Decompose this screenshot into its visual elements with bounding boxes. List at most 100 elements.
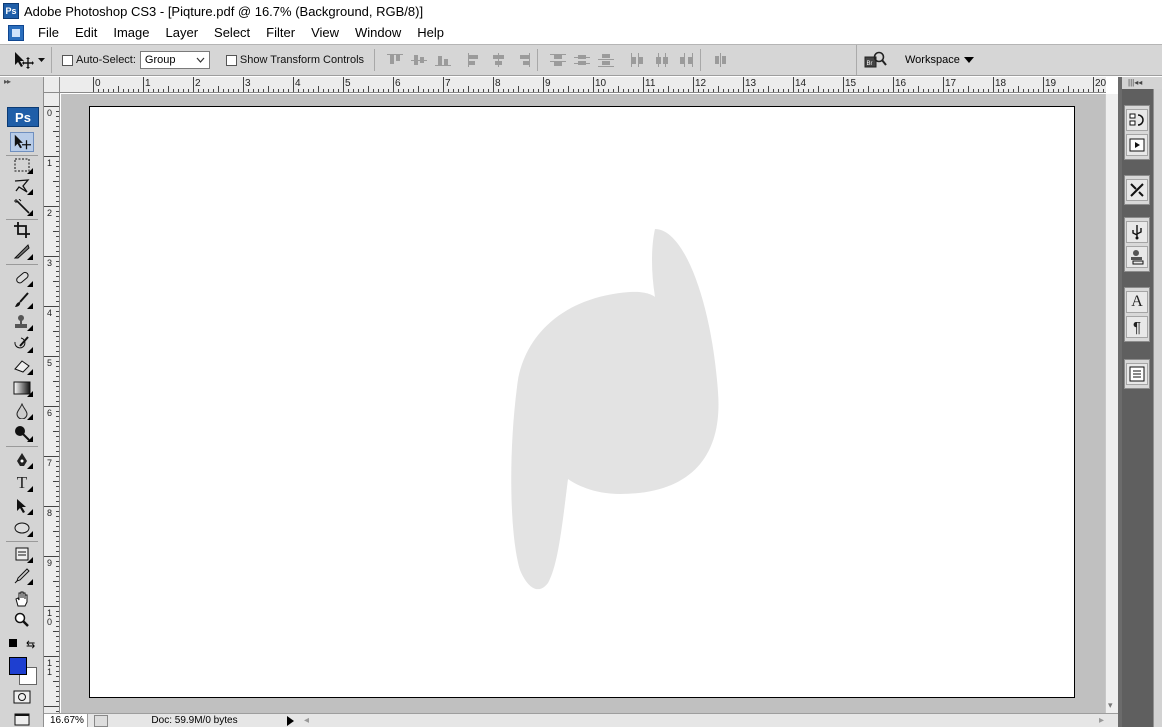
rectangular-marquee-tool[interactable] [10, 155, 34, 175]
vertical-scrollbar[interactable]: ▾ [1105, 94, 1118, 713]
brush-tool[interactable] [10, 290, 34, 310]
horizontal-ruler-ticks: 0 1 2 3 4 5 6 7 8 9 10 11 12 13 14 15 16 17 18 19 20 [93, 77, 1106, 92]
hand-tool[interactable] [10, 589, 34, 609]
character-panel-button[interactable]: A [1126, 291, 1148, 313]
auto-select-checkbox[interactable] [62, 54, 73, 66]
magic-wand-tool[interactable] [10, 197, 34, 217]
auto-select-dropdown[interactable]: Group [139, 51, 210, 69]
status-menu-arrow-icon[interactable] [287, 715, 294, 726]
horizontal-ruler[interactable]: 0 1 2 3 4 5 6 7 8 9 10 11 12 13 14 15 16 17 18 19 20 [60, 77, 1106, 93]
clone-source-panel-button[interactable] [1126, 246, 1148, 268]
paragraph-panel-button[interactable]: ¶ [1126, 316, 1148, 338]
scroll-left-icon[interactable]: ◂ [304, 715, 309, 726]
lasso-tool[interactable] [10, 176, 34, 196]
tool-flyout-indicator [27, 463, 33, 469]
tool-preset-picker[interactable] [6, 47, 52, 73]
dock-collapse-grip[interactable]: |||◂◂ [1122, 77, 1162, 89]
document-window [61, 94, 1105, 713]
distribute-bottom-icon[interactable] [598, 53, 615, 67]
align-bottom-edges-icon[interactable] [435, 53, 452, 67]
distribute-horizontal-centers-icon[interactable] [654, 53, 670, 67]
align-top-edges-icon[interactable] [387, 53, 404, 67]
path-selection-tool[interactable] [10, 496, 34, 516]
align-right-edges-icon[interactable] [515, 53, 531, 67]
distribute-vertical-centers-icon[interactable] [574, 53, 591, 67]
type-icon: T [16, 473, 28, 492]
ruler-label: 9 [47, 558, 52, 568]
menu-window[interactable]: Window [347, 22, 409, 44]
eyedropper-tool[interactable] [10, 566, 34, 586]
ruler-label: 7 [445, 78, 451, 89]
history-actions-panel-group [1124, 105, 1150, 160]
tool-flyout-indicator [27, 210, 33, 216]
screen-mode-button[interactable] [10, 709, 34, 727]
go-to-bridge-button[interactable]: Br [863, 50, 889, 70]
tool-flyout-indicator [27, 391, 33, 397]
align-vertical-centers-icon[interactable] [411, 53, 428, 67]
gradient-tool[interactable] [10, 378, 34, 398]
workspace-label: Workspace [905, 54, 960, 66]
ruler-label: 20 [1095, 78, 1106, 89]
slice-tool[interactable] [10, 241, 34, 261]
default-colors-icon[interactable] [9, 639, 17, 647]
quick-mask-mode-button[interactable] [10, 687, 34, 707]
ruler-origin[interactable] [44, 77, 60, 93]
options-separator [700, 49, 702, 71]
dodge-tool[interactable] [10, 423, 34, 443]
clone-stamp-tool[interactable] [10, 312, 34, 332]
ruler-label: 18 [995, 78, 1007, 89]
tool-presets-panel-button[interactable] [1126, 179, 1148, 201]
options-separator [374, 49, 376, 71]
vertical-ruler[interactable]: 01234567891011 [44, 93, 60, 713]
expanded-panel-edge[interactable] [1153, 89, 1162, 727]
document-window-icon[interactable] [8, 25, 24, 41]
window-title: Adobe Photoshop CS3 - [Piqture.pdf @ 16.… [24, 3, 424, 19]
actions-panel-button[interactable] [1126, 134, 1148, 156]
move-tool[interactable] [10, 132, 34, 152]
history-brush-tool[interactable] [10, 334, 34, 354]
align-horizontal-centers-icon[interactable] [491, 53, 507, 67]
tool-presets-panel-group [1124, 175, 1150, 205]
eraser-tool[interactable] [10, 356, 34, 376]
auto-align-layers-icon[interactable] [713, 53, 729, 67]
notes-tool[interactable] [10, 544, 34, 564]
tools-palette-grip[interactable]: ▸▸ [0, 77, 43, 87]
history-panel-button[interactable] [1126, 109, 1148, 131]
type-tool[interactable]: T [10, 473, 34, 493]
align-left-edges-icon[interactable] [467, 53, 483, 67]
healing-brush-tool[interactable] [10, 268, 34, 288]
brushes-panel-button[interactable] [1126, 221, 1148, 243]
workspace-menu-button[interactable]: Workspace [905, 54, 974, 66]
zoom-level-field[interactable]: 16.67% [44, 713, 88, 727]
version-cue-icon[interactable] [94, 714, 108, 727]
tool-presets-icon [1130, 183, 1144, 197]
status-bar: 16.67% Doc: 59.9M/0 bytes ◂ ▸ [44, 713, 1118, 727]
zoom-tool[interactable] [10, 610, 34, 630]
foreground-color-swatch[interactable] [9, 657, 27, 675]
menu-view[interactable]: View [303, 22, 347, 44]
scroll-down-icon[interactable]: ▾ [1108, 700, 1113, 711]
distribute-top-icon[interactable] [550, 53, 567, 67]
photoshop-logo[interactable]: Ps [7, 107, 39, 127]
swap-colors-icon[interactable]: ⇆ [26, 638, 35, 651]
menu-filter[interactable]: Filter [258, 22, 303, 44]
blur-tool[interactable] [10, 401, 34, 421]
menu-file[interactable]: File [30, 22, 67, 44]
info-panel-button[interactable] [1126, 363, 1148, 385]
menu-layer[interactable]: Layer [158, 22, 207, 44]
distribute-left-icon[interactable] [630, 53, 646, 67]
show-transform-checkbox[interactable] [225, 54, 237, 66]
ruler-label: 1 [47, 158, 52, 168]
shape-tool[interactable] [10, 518, 34, 538]
pen-tool[interactable] [10, 450, 34, 470]
menu-edit[interactable]: Edit [67, 22, 105, 44]
tool-flyout-indicator [27, 325, 33, 331]
scroll-right-icon[interactable]: ▸ [1099, 715, 1104, 726]
distribute-right-icon[interactable] [678, 53, 694, 67]
menu-select[interactable]: Select [206, 22, 258, 44]
menu-image[interactable]: Image [105, 22, 157, 44]
crop-tool[interactable] [10, 220, 34, 240]
bridge-search-icon: Br [864, 51, 887, 68]
menu-help[interactable]: Help [409, 22, 452, 44]
document-canvas[interactable] [89, 106, 1075, 698]
